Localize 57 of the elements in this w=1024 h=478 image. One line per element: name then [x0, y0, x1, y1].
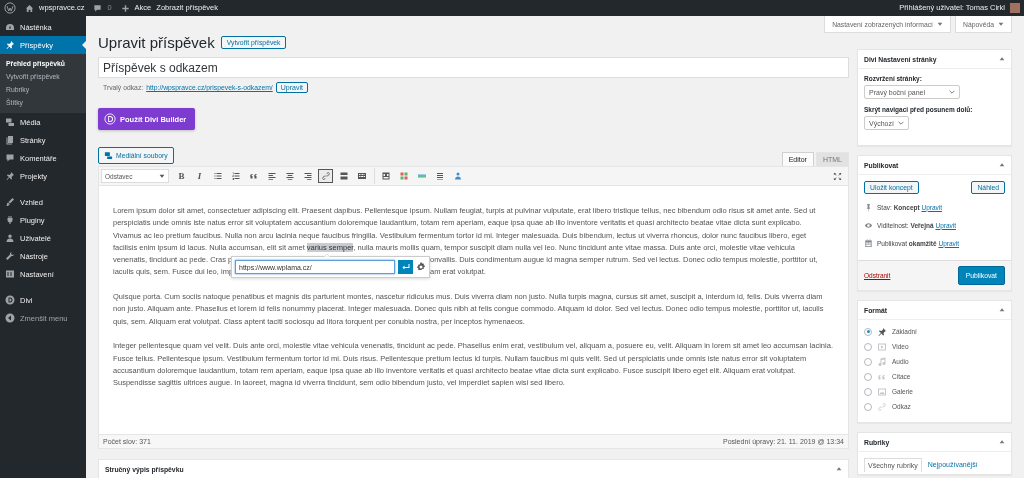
bullet-list-icon [212, 171, 223, 181]
eye-icon [864, 220, 873, 230]
numbered-list-icon [230, 171, 241, 181]
bold-button[interactable]: B [174, 169, 189, 183]
chevron-down-icon [949, 89, 955, 95]
collapse-icon[interactable] [999, 162, 1005, 168]
image-icon [877, 386, 887, 397]
title-field[interactable]: Příspěvek s odkazem [98, 57, 849, 78]
caret-icon [159, 173, 165, 179]
quote-icon [248, 171, 259, 181]
collapse-icon[interactable] [999, 56, 1005, 62]
person-icon [452, 171, 463, 181]
pin-icon [5, 171, 15, 181]
link-button[interactable] [318, 169, 333, 183]
collapse-icon[interactable] [999, 307, 1005, 313]
link-icon [320, 171, 331, 181]
caret-icon [998, 21, 1004, 27]
lines-icon [434, 171, 445, 181]
align-right-icon [302, 171, 313, 181]
collapse-icon[interactable] [836, 466, 842, 472]
pin-icon [877, 326, 887, 337]
read-more-icon [338, 171, 349, 181]
wrench-icon [5, 251, 15, 261]
media-icon [104, 151, 113, 160]
gauge-icon [5, 22, 15, 32]
color-grid-icon [398, 171, 409, 181]
caret-icon [937, 21, 943, 27]
speech-bubble-icon[interactable] [93, 3, 103, 13]
sliders-icon [5, 269, 15, 279]
italic-button[interactable]: I [192, 169, 207, 183]
circle-logo-icon [104, 113, 116, 125]
user-icon [5, 233, 15, 243]
circle-logo-icon[interactable] [4, 2, 16, 14]
collapse-arrow-icon [5, 313, 15, 323]
keyboard-icon [356, 171, 367, 181]
fullscreen-icon[interactable] [833, 171, 842, 181]
enter-icon [400, 262, 411, 272]
calendar-icon [864, 238, 873, 248]
brush-icon [5, 197, 15, 207]
chevron-down-icon [897, 120, 904, 126]
plus-icon[interactable] [120, 3, 130, 13]
pin-icon [5, 40, 15, 50]
pages-icon [5, 135, 15, 145]
page-title: Upravit příspěvek [98, 33, 215, 51]
music-note-icon [877, 356, 887, 367]
apply-button[interactable] [398, 260, 413, 274]
home-icon[interactable] [25, 3, 34, 13]
speech-bubble-icon [5, 153, 15, 163]
collapse-icon[interactable] [999, 439, 1005, 445]
settings-icon[interactable] [416, 262, 426, 272]
pin-icon [864, 202, 873, 212]
link-icon [877, 401, 887, 412]
align-center-icon [284, 171, 295, 181]
align-left-icon [266, 171, 277, 181]
video-icon [877, 341, 887, 352]
media-icon [5, 117, 15, 127]
plug-icon [5, 215, 15, 225]
